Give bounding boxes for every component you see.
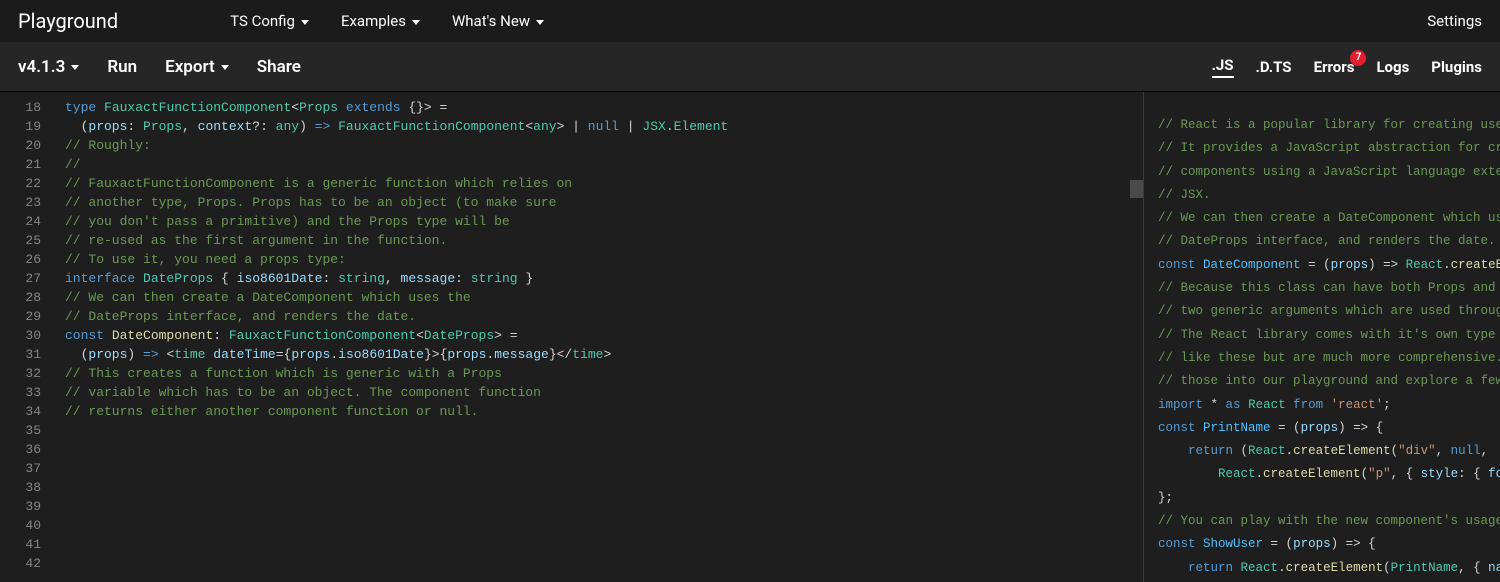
nav-settings[interactable]: Settings bbox=[1427, 12, 1482, 30]
chevron-down-icon bbox=[71, 65, 79, 70]
code-editor[interactable]: type FauxactFunctionComponent<Props exte… bbox=[65, 98, 728, 421]
nav-examples-label: Examples bbox=[341, 12, 406, 30]
share-button[interactable]: Share bbox=[257, 57, 301, 77]
export-button[interactable]: Export bbox=[165, 57, 229, 77]
chevron-down-icon bbox=[412, 20, 420, 25]
top-nav: Playground TS Config Examples What's New… bbox=[0, 0, 1500, 42]
version-selector[interactable]: v4.1.3 bbox=[18, 57, 79, 77]
chevron-down-icon bbox=[301, 20, 309, 25]
tab-errors-label: Errors bbox=[1314, 58, 1355, 76]
tab-js[interactable]: .JS bbox=[1212, 56, 1234, 78]
tab-dts[interactable]: .D.TS bbox=[1256, 58, 1292, 76]
nav-whats-new-label: What's New bbox=[452, 12, 530, 30]
tab-plugins[interactable]: Plugins bbox=[1431, 58, 1482, 76]
scrollbar-thumb[interactable] bbox=[1130, 180, 1143, 198]
output-pane: // React is a popular library for creati… bbox=[1143, 92, 1500, 582]
nav-settings-label: Settings bbox=[1427, 12, 1482, 30]
tab-logs[interactable]: Logs bbox=[1376, 58, 1409, 76]
tab-errors[interactable]: Errors 7 bbox=[1314, 58, 1355, 76]
run-button[interactable]: Run bbox=[107, 57, 137, 77]
nav-whats-new[interactable]: What's New bbox=[452, 12, 544, 30]
editor-pane[interactable]: 1819202122232425262728293031323334353637… bbox=[0, 92, 1143, 582]
line-number-gutter: 1819202122232425262728293031323334353637… bbox=[0, 92, 55, 573]
logo: Playground bbox=[18, 9, 118, 33]
chevron-down-icon bbox=[221, 65, 229, 70]
sub-nav: v4.1.3 Run Export Share .JS .D.TS Errors… bbox=[0, 42, 1500, 92]
nav-ts-config-label: TS Config bbox=[230, 12, 295, 30]
main-area: 1819202122232425262728293031323334353637… bbox=[0, 92, 1500, 582]
chevron-down-icon bbox=[536, 20, 544, 25]
nav-ts-config[interactable]: TS Config bbox=[230, 12, 309, 30]
error-count-badge: 7 bbox=[1350, 50, 1366, 66]
nav-examples[interactable]: Examples bbox=[341, 12, 420, 30]
export-label: Export bbox=[165, 57, 215, 77]
output-code: // React is a popular library for creati… bbox=[1144, 92, 1500, 580]
version-label: v4.1.3 bbox=[18, 57, 65, 77]
